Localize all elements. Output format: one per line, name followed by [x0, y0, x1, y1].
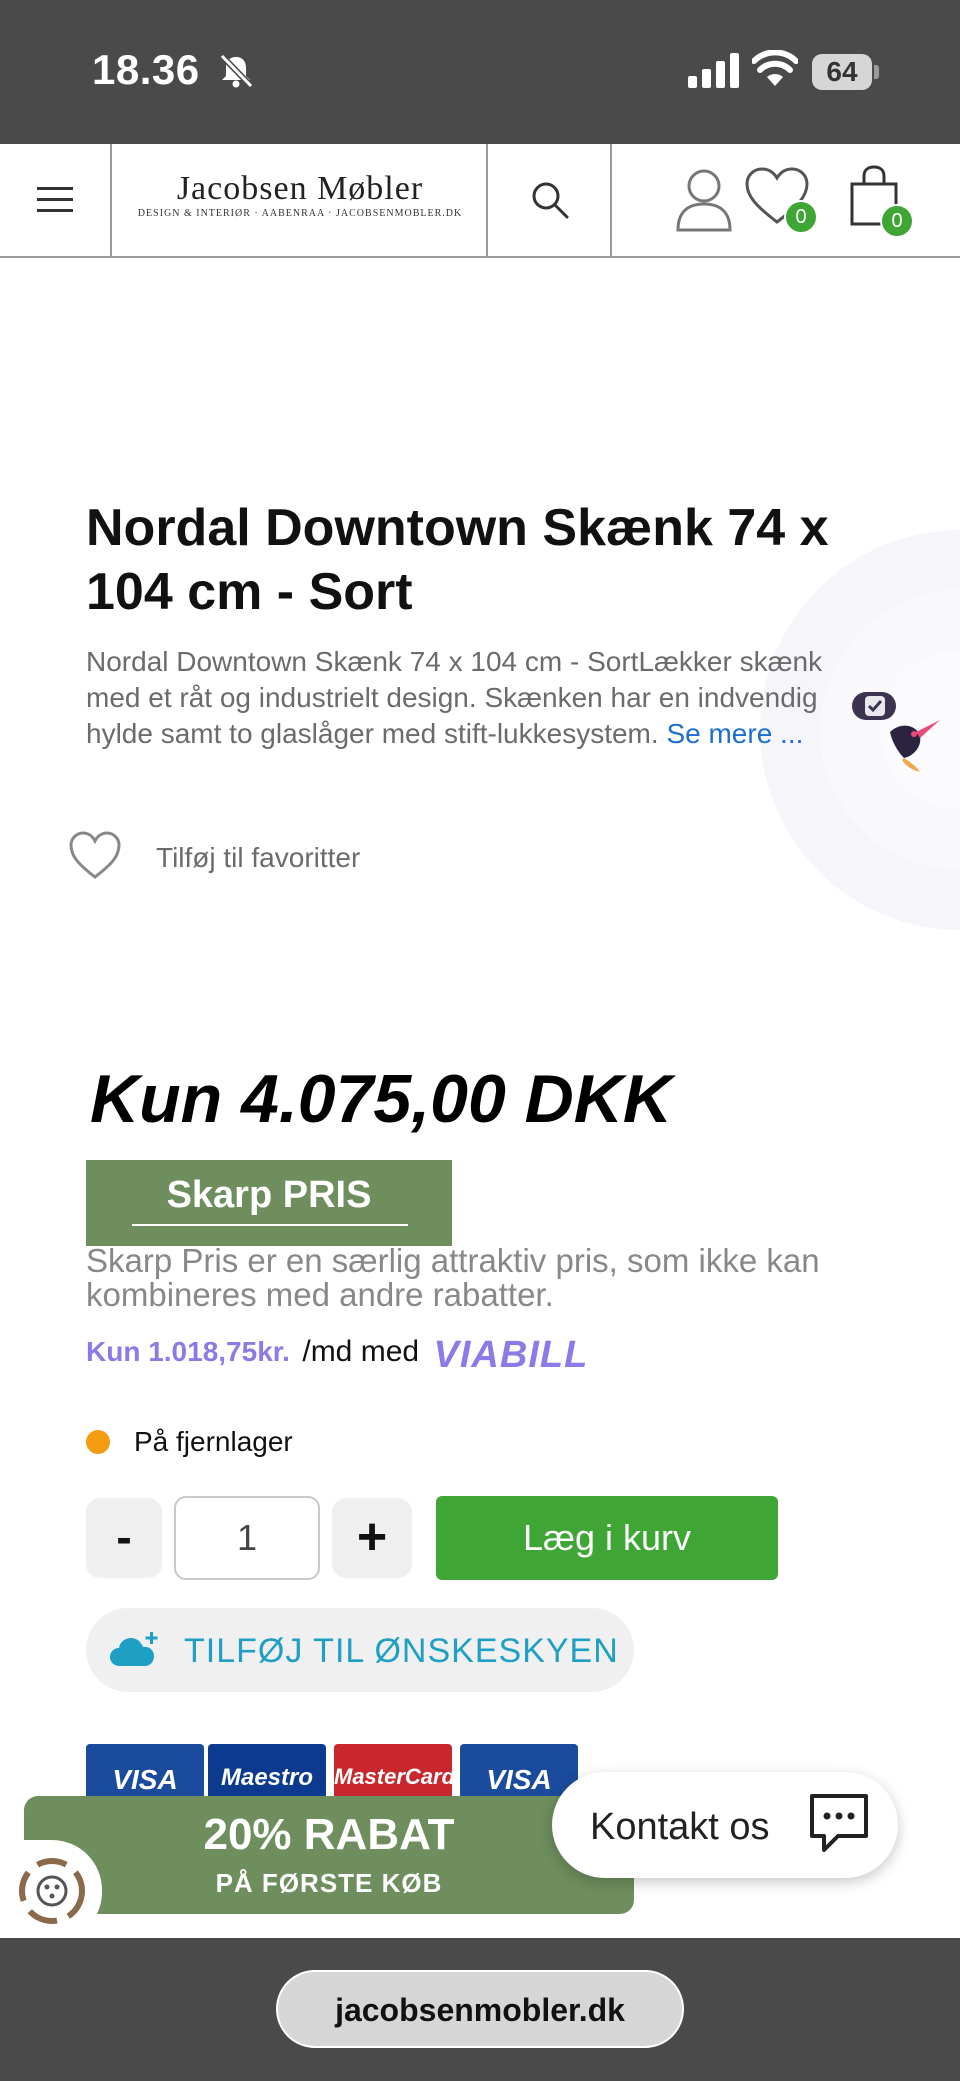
skarp-pris-underline	[132, 1224, 408, 1226]
cart-count-badge: 0	[880, 204, 914, 238]
quantity-input[interactable]: 1	[174, 1496, 320, 1580]
promo-subline: PÅ FØRSTE KØB	[215, 1868, 443, 1898]
skarp-pris-label: Skarp PRIS	[166, 1174, 372, 1216]
cart-button[interactable]: 0	[846, 164, 918, 238]
address-bar-url: jacobsenmobler.dk	[335, 1992, 625, 2028]
add-to-wishcloud-button[interactable]: TILFØJ TIL ØNSKESKYEN	[86, 1608, 634, 1692]
product-title: Nordal Downtown Skænk 74 x 104 cm - Sort	[86, 499, 829, 621]
payment-card-label: Maestro	[220, 1764, 314, 1791]
loyalty-wheel-button[interactable]	[0, 1840, 102, 1942]
wifi-icon	[752, 50, 798, 86]
favorites-count-badge: 0	[784, 200, 818, 234]
menu-button[interactable]	[0, 144, 110, 256]
discount-promo-banner[interactable]: 20% RABAT PÅ FØRSTE KØB	[24, 1796, 634, 1914]
bird-widget[interactable]	[852, 690, 942, 780]
product-page: 18.36 64 Jacobsen Møbler DESIGN & INTERI…	[0, 0, 960, 2081]
battery-icon: 64	[812, 54, 880, 90]
skarp-pris-description: Skarp Pris er en særlig attraktiv pris, …	[86, 1242, 820, 1313]
viabill-per-month: /md med	[302, 1335, 420, 1368]
logo-tagline: DESIGN & INTERIØR · AABENRAA · JACOBSENM…	[137, 208, 463, 219]
cloud-plus-icon	[110, 1632, 158, 1666]
add-to-wishcloud-label: TILFØJ TIL ØNSKESKYEN	[184, 1632, 619, 1670]
signal-icon	[688, 53, 739, 88]
payment-card-label: VISA	[112, 1764, 178, 1795]
promo-headline: 20% RABAT	[203, 1810, 455, 1859]
header-divider	[610, 144, 612, 256]
favorites-button[interactable]: 0	[744, 166, 820, 234]
header-divider	[486, 144, 488, 256]
site-logo[interactable]: Jacobsen Møbler DESIGN & INTERIØR · AABE…	[112, 144, 488, 256]
add-to-cart-button[interactable]: Læg i kurv	[436, 1496, 778, 1580]
viabill-amount: Kun 1.018,75kr.	[86, 1336, 290, 1367]
heart-outline-icon	[69, 831, 121, 879]
mastercard-card-icon: MasterCard	[334, 1744, 452, 1804]
gift-wheel-icon	[19, 1858, 85, 1924]
user-icon	[676, 169, 732, 232]
product-description: Nordal Downtown Skænk 74 x 104 cm - Sort…	[86, 644, 866, 752]
site-header: Jacobsen Møbler DESIGN & INTERIØR · AABE…	[0, 144, 960, 258]
browser-bottom-bar: jacobsenmobler.dk	[0, 1938, 960, 2081]
payment-card-label: MasterCard	[334, 1764, 452, 1789]
chat-bubble-icon	[810, 1794, 868, 1852]
stock-status-label: På fjernlager	[134, 1426, 293, 1457]
viabill-financing[interactable]: Kun 1.018,75kr. /md med VIABILL	[86, 1334, 589, 1376]
account-button[interactable]	[674, 166, 734, 234]
product-price: Kun 4.075,00 DKK	[90, 1061, 672, 1137]
add-to-favorites-label: Tilføj til favoritter	[156, 842, 361, 873]
silent-bell-icon	[219, 53, 254, 89]
quantity-decrease-button[interactable]: -	[86, 1498, 162, 1578]
see-more-link[interactable]: Se mere ...	[666, 718, 803, 749]
search-button[interactable]	[490, 144, 610, 256]
battery-level: 64	[812, 54, 872, 90]
visa-card-icon: VISA	[86, 1744, 204, 1804]
contact-us-button[interactable]: Kontakt os	[552, 1772, 898, 1878]
viabill-logo: VIABILL	[433, 1334, 589, 1376]
skarp-pris-badge: Skarp PRIS	[86, 1160, 452, 1246]
maestro-card-icon: Maestro	[208, 1744, 326, 1804]
contact-us-label: Kontakt os	[590, 1806, 770, 1848]
hamburger-icon	[37, 187, 73, 212]
stock-status-dot	[86, 1430, 110, 1454]
search-icon	[532, 182, 569, 219]
status-bar: 18.36 64	[0, 0, 960, 144]
add-to-favorites[interactable]: Tilføj til favoritter	[68, 826, 468, 886]
battery-cap	[874, 65, 879, 79]
payment-card-label: VISA	[486, 1764, 552, 1795]
hummingbird-icon	[890, 720, 940, 772]
address-bar[interactable]: jacobsenmobler.dk	[276, 1970, 684, 2048]
status-time: 18.36	[92, 46, 200, 93]
logo-wordmark: Jacobsen Møbler	[176, 170, 424, 207]
quantity-increase-button[interactable]: +	[332, 1498, 412, 1578]
